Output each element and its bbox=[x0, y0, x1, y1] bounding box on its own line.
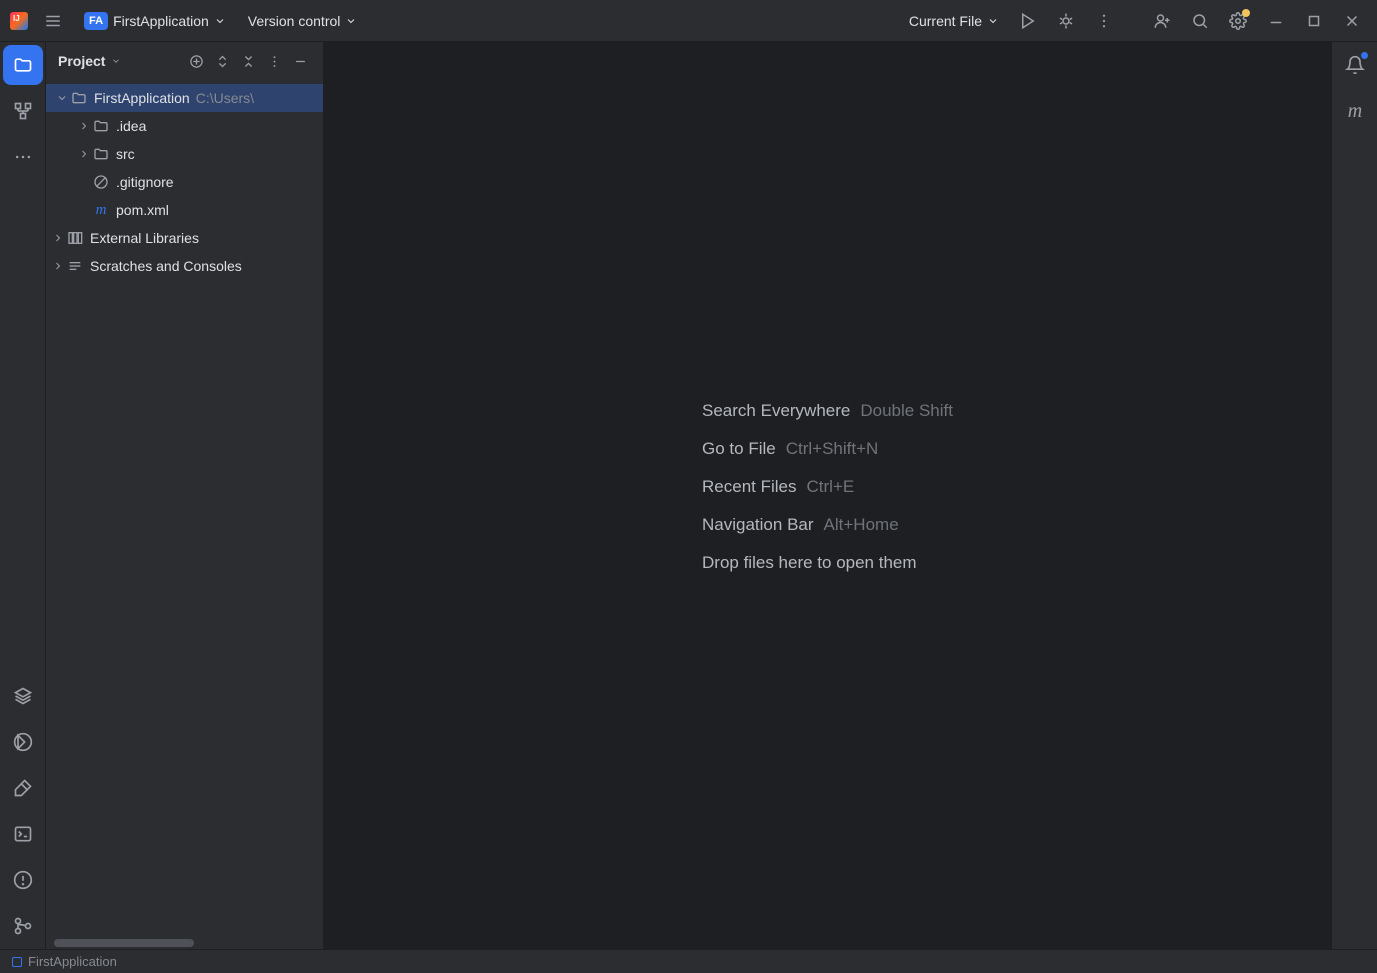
folder-icon bbox=[92, 146, 110, 162]
tree-row[interactable]: src bbox=[46, 140, 323, 168]
tree-label: External Libraries bbox=[90, 230, 199, 246]
tree-arrow-icon[interactable] bbox=[54, 92, 70, 104]
maximize-button[interactable] bbox=[1299, 6, 1329, 36]
tree-row[interactable]: .idea bbox=[46, 112, 323, 140]
tree-row[interactable]: FirstApplication C:\Users\ bbox=[46, 84, 323, 112]
run-config-label: Current File bbox=[909, 13, 982, 29]
tree-arrow-icon[interactable] bbox=[50, 260, 66, 272]
database-tool-button[interactable] bbox=[0, 673, 46, 719]
hint-action: Search Everywhere bbox=[702, 401, 850, 420]
build-tool-button[interactable] bbox=[0, 765, 46, 811]
settings-button[interactable] bbox=[1223, 6, 1253, 36]
project-tree[interactable]: FirstApplication C:\Users\ .idea src .gitign… bbox=[46, 80, 323, 280]
status-module-label: FirstApplication bbox=[28, 954, 117, 969]
chevron-down-icon bbox=[214, 15, 226, 27]
tree-label: .idea bbox=[116, 118, 146, 134]
tree-arrow-icon[interactable] bbox=[76, 148, 92, 160]
status-bar: FirstApplication bbox=[0, 949, 1377, 973]
module-icon bbox=[12, 957, 22, 967]
editor-hint: Drop files here to open them bbox=[702, 553, 953, 573]
top-bar: FA FirstApplication Version control Curr… bbox=[0, 0, 1377, 42]
tree-arrow-icon[interactable] bbox=[76, 120, 92, 132]
run-config-selector[interactable]: Current File bbox=[903, 9, 1005, 33]
code-with-me-button[interactable] bbox=[1147, 6, 1177, 36]
select-opened-file-button[interactable] bbox=[185, 50, 207, 72]
hide-panel-button[interactable] bbox=[289, 50, 311, 72]
close-window-button[interactable] bbox=[1337, 6, 1367, 36]
git-tool-button[interactable] bbox=[0, 903, 46, 949]
tree-label: FirstApplication bbox=[94, 90, 190, 106]
project-name-label: FirstApplication bbox=[113, 13, 209, 29]
hint-action: Recent Files bbox=[702, 477, 796, 496]
tree-row[interactable]: m pom.xml bbox=[46, 196, 323, 224]
main-menu-button[interactable] bbox=[38, 6, 68, 36]
left-toolbar bbox=[0, 42, 46, 949]
project-tool-button[interactable] bbox=[3, 45, 43, 85]
tree-path: C:\Users\ bbox=[196, 90, 254, 106]
project-badge: FA bbox=[84, 12, 108, 30]
editor-hint[interactable]: Navigation Bar Alt+Home bbox=[702, 515, 953, 535]
project-panel-title: Project bbox=[58, 53, 105, 69]
vcs-selector[interactable]: Version control bbox=[242, 9, 364, 33]
problems-tool-button[interactable] bbox=[0, 857, 46, 903]
expand-all-button[interactable] bbox=[211, 50, 233, 72]
structure-tool-button[interactable] bbox=[0, 88, 46, 134]
search-everywhere-button[interactable] bbox=[1185, 6, 1215, 36]
hint-shortcut: Ctrl+Shift+N bbox=[786, 439, 879, 458]
hint-shortcut: Ctrl+E bbox=[807, 477, 855, 496]
editor-hint[interactable]: Search Everywhere Double Shift bbox=[702, 401, 953, 421]
hint-action: Go to File bbox=[702, 439, 776, 458]
tree-row[interactable]: Scratches and Consoles bbox=[46, 252, 323, 280]
run-button[interactable] bbox=[1013, 6, 1043, 36]
tree-label: src bbox=[116, 146, 135, 162]
terminal-tool-button[interactable] bbox=[0, 811, 46, 857]
tree-row[interactable]: External Libraries bbox=[46, 224, 323, 252]
chevron-down-icon bbox=[987, 15, 999, 27]
folder-icon bbox=[92, 118, 110, 134]
project-panel-header: Project bbox=[46, 42, 323, 80]
right-toolbar: m bbox=[1331, 42, 1377, 949]
panel-options-button[interactable] bbox=[263, 50, 285, 72]
hint-shortcut: Alt+Home bbox=[824, 515, 899, 534]
tree-row[interactable]: .gitignore bbox=[46, 168, 323, 196]
hint-action: Navigation Bar bbox=[702, 515, 814, 534]
services-tool-button[interactable] bbox=[0, 719, 46, 765]
debug-button[interactable] bbox=[1051, 6, 1081, 36]
maven-tool-button[interactable]: m bbox=[1332, 88, 1377, 134]
chevron-down-icon bbox=[345, 15, 357, 27]
editor-empty-area[interactable]: Search Everywhere Double Shift Go to File C… bbox=[324, 42, 1331, 949]
gitignore-icon bbox=[92, 174, 110, 190]
horizontal-scrollbar[interactable] bbox=[54, 939, 194, 947]
collapse-all-button[interactable] bbox=[237, 50, 259, 72]
hint-shortcut: Double Shift bbox=[860, 401, 953, 420]
status-module[interactable]: FirstApplication bbox=[12, 954, 117, 969]
project-icon bbox=[70, 90, 88, 106]
tree-label: Scratches and Consoles bbox=[90, 258, 242, 274]
notifications-button[interactable] bbox=[1332, 42, 1377, 88]
vcs-label: Version control bbox=[248, 13, 341, 29]
minimize-button[interactable] bbox=[1261, 6, 1291, 36]
project-selector[interactable]: FA FirstApplication bbox=[78, 8, 232, 34]
tree-label: pom.xml bbox=[116, 202, 169, 218]
hint-action: Drop files here to open them bbox=[702, 553, 917, 572]
app-logo-icon bbox=[10, 12, 28, 30]
maven-icon: m bbox=[92, 202, 110, 219]
editor-hint[interactable]: Go to File Ctrl+Shift+N bbox=[702, 439, 953, 459]
project-panel: Project FirstAppli bbox=[46, 42, 324, 949]
scratch-icon bbox=[66, 258, 84, 274]
tree-arrow-icon[interactable] bbox=[50, 232, 66, 244]
editor-hints: Search Everywhere Double Shift Go to File C… bbox=[702, 401, 953, 591]
chevron-down-icon[interactable] bbox=[111, 56, 121, 66]
tree-label: .gitignore bbox=[116, 174, 174, 190]
library-icon bbox=[66, 230, 84, 246]
editor-hint[interactable]: Recent Files Ctrl+E bbox=[702, 477, 953, 497]
more-run-button[interactable] bbox=[1089, 6, 1119, 36]
more-tools-button[interactable] bbox=[0, 134, 46, 180]
